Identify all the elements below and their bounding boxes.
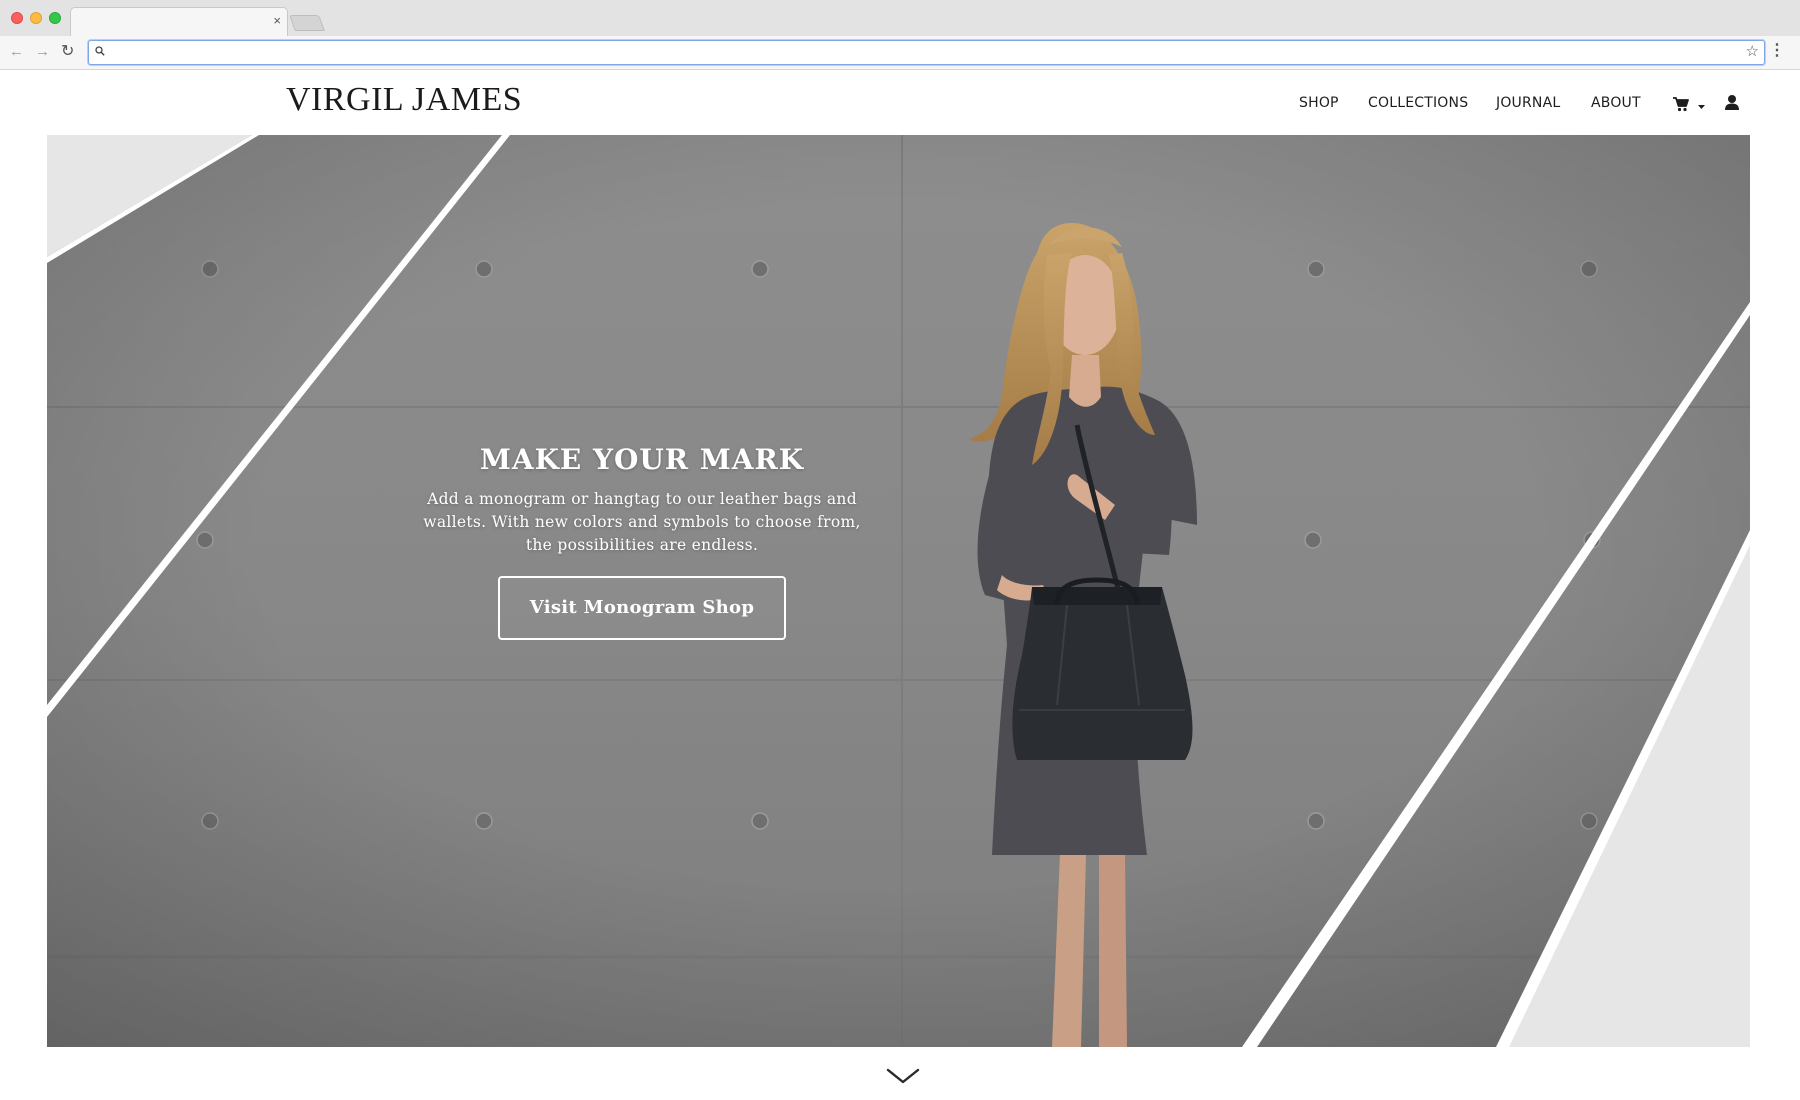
- reload-icon[interactable]: ↻: [61, 42, 74, 62]
- close-window-button[interactable]: [11, 12, 23, 24]
- hero-description: Add a monogram or hangtag to our leather…: [423, 490, 861, 554]
- user-icon: [1725, 95, 1739, 110]
- chevron-down-icon[interactable]: [886, 1067, 920, 1085]
- minimize-window-button[interactable]: [30, 12, 42, 24]
- dropdown-caret-icon: [1698, 105, 1705, 109]
- cart-icon: [1673, 97, 1705, 112]
- browser-tabstrip: ×: [0, 0, 1800, 37]
- hero-banner: MAKE YOUR MARK Add a monogram or hangtag…: [47, 135, 1750, 1047]
- search-icon: [95, 46, 105, 56]
- nav-about[interactable]: ABOUT: [1591, 95, 1641, 111]
- hero-image: [47, 135, 1750, 1047]
- nav-journal[interactable]: JOURNAL: [1496, 95, 1560, 111]
- site-header: VIRGIL JAMES SHOP COLLECTIONS JOURNAL AB…: [0, 71, 1800, 135]
- new-tab-button[interactable]: [289, 15, 325, 31]
- bookmark-star-icon[interactable]: ☆: [1746, 43, 1759, 61]
- account-button[interactable]: [1724, 94, 1740, 112]
- maximize-window-button[interactable]: [49, 12, 61, 24]
- hero-copy: MAKE YOUR MARK Add a monogram or hangtag…: [409, 440, 875, 557]
- url-input[interactable]: [111, 43, 1731, 62]
- hero-title: MAKE YOUR MARK: [479, 443, 805, 476]
- browser-menu-icon[interactable]: ⋮: [1769, 41, 1785, 61]
- visit-monogram-shop-button[interactable]: Visit Monogram Shop: [498, 576, 786, 640]
- browser-toolbar: ← → ↻ ☆ ⋮: [0, 36, 1800, 70]
- browser-tab[interactable]: ×: [70, 7, 288, 37]
- address-bar[interactable]: ☆: [88, 40, 1765, 65]
- back-arrow-icon[interactable]: ←: [9, 42, 24, 62]
- tab-close-icon[interactable]: ×: [273, 13, 281, 29]
- nav-shop[interactable]: SHOP: [1299, 95, 1339, 111]
- nav-collections[interactable]: COLLECTIONS: [1368, 95, 1468, 111]
- brand-logo[interactable]: VIRGIL JAMES: [286, 81, 522, 119]
- cart-button[interactable]: [1672, 95, 1708, 115]
- forward-arrow-icon[interactable]: →: [35, 42, 50, 62]
